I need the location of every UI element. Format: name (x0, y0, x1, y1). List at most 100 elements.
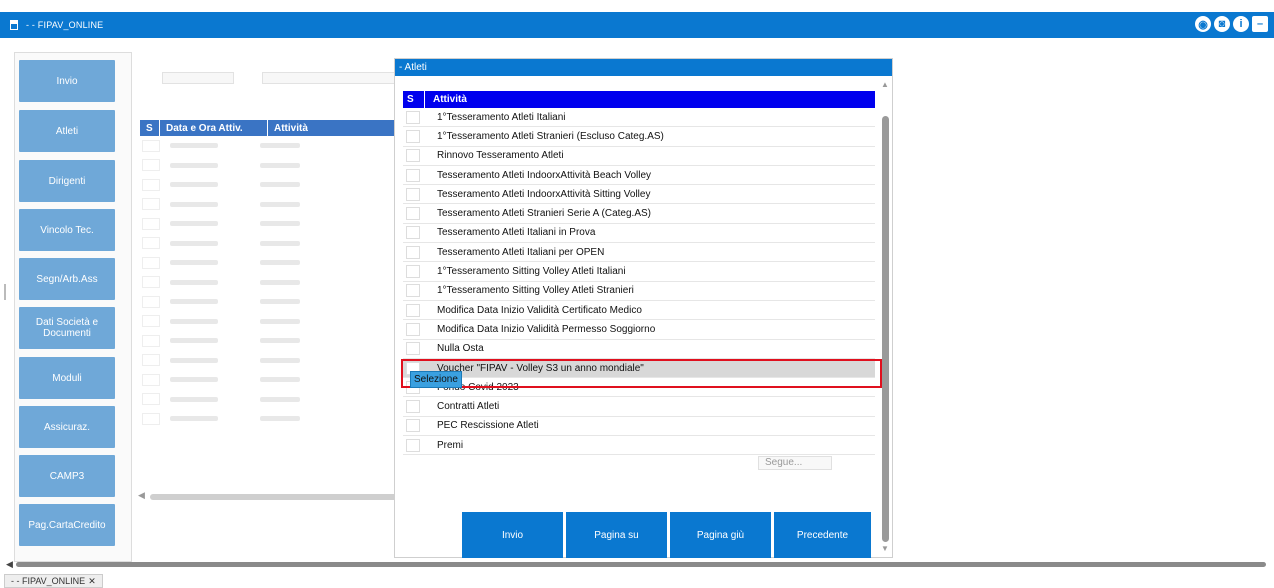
row-checkbox[interactable] (142, 256, 160, 269)
list-item[interactable]: 1°Tesseramento Sitting Volley Atleti Ita… (403, 262, 875, 282)
blurred-cell (170, 162, 218, 168)
minimize-icon[interactable]: – (1252, 16, 1268, 32)
splitter-handle[interactable] (4, 284, 6, 300)
table-row[interactable] (140, 351, 400, 371)
filter-field[interactable] (162, 72, 234, 84)
list-item[interactable]: Modifica Data Inizio Validità Certificat… (403, 301, 875, 321)
row-checkbox[interactable] (142, 276, 160, 289)
close-icon[interactable]: ✕ (88, 576, 96, 587)
sidebar-item-camp3[interactable]: CAMP3 (19, 455, 115, 497)
row-checkbox[interactable] (142, 159, 160, 172)
row-checkbox[interactable] (142, 373, 160, 386)
list-item[interactable]: Tesseramento Atleti IndoorxAttività Sitt… (403, 185, 875, 205)
sidebar-item-pag-cartacredito[interactable]: Pag.CartaCredito (19, 504, 115, 546)
blurred-cell (170, 318, 218, 324)
list-item[interactable]: Contratti Atleti (403, 397, 875, 417)
row-checkbox[interactable] (142, 315, 160, 328)
filter-field[interactable] (262, 72, 396, 84)
send-button[interactable]: Invio (462, 512, 563, 558)
row-checkbox[interactable] (406, 187, 420, 201)
row-checkbox[interactable] (406, 400, 420, 414)
table-row[interactable] (140, 331, 400, 351)
record-icon[interactable]: ◉ (1195, 16, 1211, 32)
list-item[interactable]: Nulla Osta (403, 340, 875, 359)
scroll-left-icon[interactable]: ◀ (6, 559, 13, 570)
row-checkbox[interactable] (406, 149, 420, 163)
page-up-button[interactable]: Pagina su (566, 512, 667, 558)
blurred-cell (170, 299, 218, 305)
sidebar-item-invio[interactable]: Invio (19, 60, 115, 102)
row-checkbox[interactable] (406, 168, 420, 182)
row-checkbox[interactable] (406, 110, 420, 124)
table-row[interactable] (140, 156, 400, 176)
scroll-down-icon[interactable]: ▼ (881, 544, 889, 553)
sidebar-item-moduli[interactable]: Moduli (19, 357, 115, 399)
table-row[interactable] (140, 234, 400, 254)
list-item[interactable]: Rinnovo Tesseramento Atleti (403, 147, 875, 166)
sidebar-item-dirigenti[interactable]: Dirigenti (19, 160, 115, 202)
blurred-cell (260, 201, 300, 207)
table-row[interactable] (140, 390, 400, 410)
row-checkbox[interactable] (406, 226, 420, 240)
info-icon[interactable]: i (1233, 16, 1249, 32)
scrollbar-thumb[interactable] (16, 562, 1266, 567)
camera-icon[interactable]: ◙ (1214, 16, 1230, 32)
table-row[interactable] (140, 370, 400, 390)
table-row[interactable] (140, 214, 400, 234)
table-row[interactable] (140, 273, 400, 293)
list-item[interactable]: Tesseramento Atleti Stranieri Serie A (C… (403, 204, 875, 224)
row-checkbox[interactable] (406, 322, 420, 336)
list-item[interactable]: 1°Tesseramento Atleti Stranieri (Escluso… (403, 127, 875, 147)
row-checkbox[interactable] (142, 198, 160, 211)
row-checkbox[interactable] (406, 207, 420, 221)
tab-fipav-online[interactable]: - - FIPAV_ONLINE ✕ (4, 574, 103, 588)
main-horizontal-scrollbar[interactable]: ◀ (6, 559, 1268, 570)
row-checkbox[interactable] (406, 438, 420, 452)
table-row[interactable] (140, 409, 400, 429)
row-checkbox[interactable] (406, 265, 420, 279)
sidebar-item-vincolo-tec[interactable]: Vincolo Tec. (19, 209, 115, 251)
list-item[interactable]: Tesseramento Atleti Italiani per OPEN (403, 243, 875, 263)
row-checkbox[interactable] (406, 245, 420, 259)
table-row[interactable] (140, 175, 400, 195)
list-item[interactable]: 1°Tesseramento Atleti Italiani (403, 108, 875, 128)
scroll-up-icon[interactable]: ▲ (881, 80, 889, 89)
list-item[interactable]: PEC Rescissione Atleti (403, 417, 875, 437)
sidebar-item-atleti[interactable]: Atleti (19, 110, 115, 152)
row-checkbox[interactable] (142, 354, 160, 367)
list-item[interactable]: Fondo Covid 2023 (403, 378, 875, 398)
list-item[interactable]: Tesseramento Atleti Italiani in Prova (403, 224, 875, 244)
list-item[interactable]: Voucher "FIPAV - Volley S3 un anno mondi… (403, 358, 875, 379)
row-checkbox[interactable] (142, 393, 160, 406)
column-header-activity: Attività (274, 122, 308, 134)
list-item[interactable]: Modifica Data Inizio Validità Permesso S… (403, 320, 875, 340)
row-checkbox[interactable] (142, 412, 160, 425)
row-checkbox[interactable] (142, 139, 160, 152)
table-horizontal-scrollbar[interactable] (150, 494, 398, 500)
row-checkbox[interactable] (142, 334, 160, 347)
page-down-button[interactable]: Pagina giù (670, 512, 771, 558)
sidebar-item-assicuraz[interactable]: Assicuraz. (19, 406, 115, 448)
row-checkbox[interactable] (142, 237, 160, 250)
table-row[interactable] (140, 292, 400, 312)
previous-button[interactable]: Precedente (774, 512, 871, 558)
table-row[interactable] (140, 136, 400, 156)
row-checkbox[interactable] (142, 217, 160, 230)
row-checkbox[interactable] (406, 419, 420, 433)
row-checkbox[interactable] (142, 178, 160, 191)
dialog-scrollbar[interactable] (882, 116, 889, 542)
list-item[interactable]: 1°Tesseramento Sitting Volley Atleti Str… (403, 282, 875, 301)
list-item[interactable]: Premi (403, 436, 875, 456)
row-checkbox[interactable] (142, 295, 160, 308)
table-row[interactable] (140, 195, 400, 215)
sidebar-item-segn-arb-ass[interactable]: Segn/Arb.Ass (19, 258, 115, 300)
list-item[interactable]: Tesseramento Atleti IndoorxAttività Beac… (403, 166, 875, 186)
sidebar-item-dati-societa[interactable]: Dati Società e Documenti (19, 307, 115, 349)
row-checkbox[interactable] (406, 303, 420, 317)
table-row[interactable] (140, 253, 400, 273)
scroll-left-icon[interactable]: ◀ (138, 490, 145, 501)
row-checkbox[interactable] (406, 342, 420, 356)
row-checkbox[interactable] (406, 129, 420, 143)
row-checkbox[interactable] (406, 284, 420, 298)
table-row[interactable] (140, 312, 400, 332)
